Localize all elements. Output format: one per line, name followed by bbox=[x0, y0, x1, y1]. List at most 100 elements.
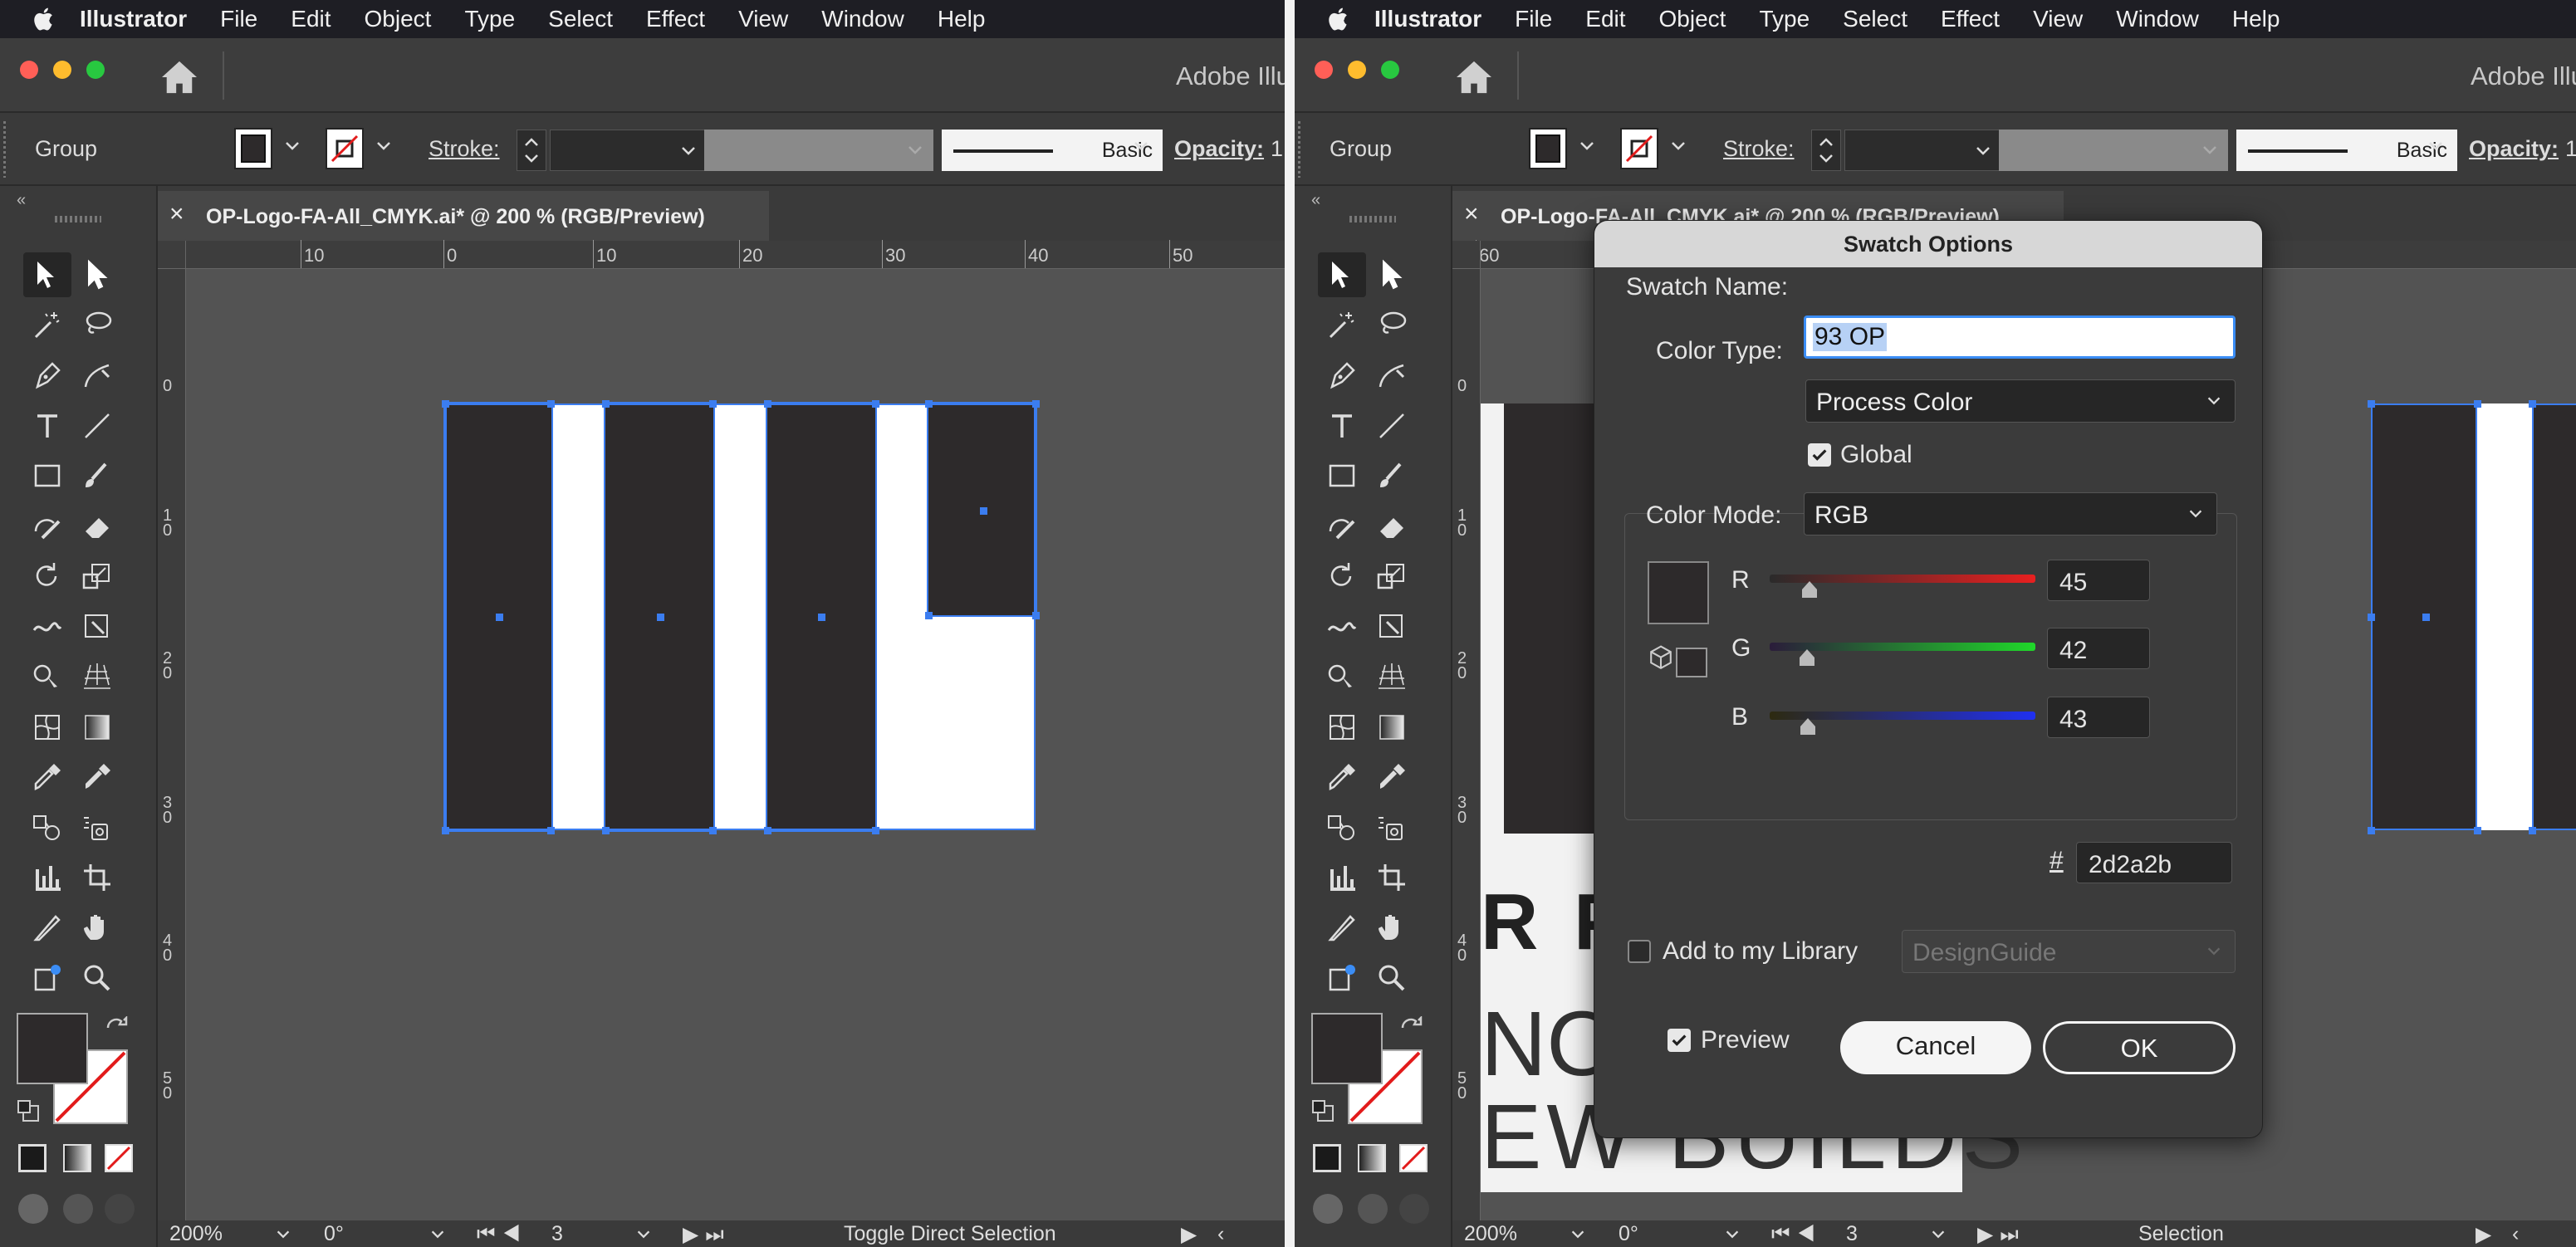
free-transform-tool-button[interactable] bbox=[73, 604, 121, 649]
home-icon[interactable] bbox=[159, 60, 199, 95]
close-tab-icon[interactable]: × bbox=[1464, 200, 1479, 228]
anchor-point[interactable] bbox=[602, 400, 610, 408]
selection-tool-button[interactable] bbox=[23, 252, 71, 297]
stroke-weight-field[interactable] bbox=[550, 130, 708, 171]
hand-tool-button[interactable] bbox=[1368, 906, 1416, 951]
logo-bar-2[interactable] bbox=[2532, 403, 2576, 830]
status-message[interactable]: Toggle Direct Selection bbox=[844, 1222, 1056, 1246]
toolbar-grip[interactable] bbox=[1349, 216, 1396, 223]
g-slider-thumb[interactable] bbox=[1799, 648, 1815, 667]
stroke-swatch[interactable] bbox=[1620, 128, 1658, 169]
color-mode-button[interactable] bbox=[18, 1144, 47, 1172]
magic-wand-tool-button[interactable] bbox=[23, 303, 71, 348]
chevron-down-icon[interactable] bbox=[429, 1225, 447, 1244]
blend-tool-button[interactable] bbox=[1318, 805, 1366, 850]
document-tab[interactable]: × OP-Logo-FA-All_CMYK.ai* @ 200 % (RGB/P… bbox=[158, 191, 769, 241]
anchor-point[interactable] bbox=[764, 827, 771, 834]
collapse-panel-icon[interactable]: « bbox=[17, 191, 26, 210]
type-tool-button[interactable] bbox=[23, 403, 71, 448]
status-back-icon[interactable]: ‹ bbox=[2512, 1222, 2519, 1246]
zoom-level[interactable]: 200% bbox=[169, 1222, 223, 1246]
anchor-point[interactable] bbox=[709, 400, 717, 408]
anchor-point[interactable] bbox=[1032, 612, 1040, 619]
zoom-window-button[interactable] bbox=[86, 61, 105, 79]
eyedropper-tool-button[interactable] bbox=[23, 755, 71, 800]
artboard-nav-prev[interactable]: ⏮◀ bbox=[1771, 1222, 1822, 1246]
anchor-point[interactable] bbox=[2368, 827, 2375, 834]
shaper-tool-button[interactable] bbox=[1318, 504, 1366, 549]
direct-selection-tool-button[interactable] bbox=[73, 252, 121, 297]
measure-eyedropper-button[interactable] bbox=[1368, 755, 1416, 800]
perspective-grid-tool-button[interactable] bbox=[73, 654, 121, 699]
menu-help[interactable]: Help bbox=[938, 6, 986, 32]
variable-width-profile[interactable] bbox=[704, 130, 933, 171]
magic-wand-tool-button[interactable] bbox=[1318, 303, 1366, 348]
lasso-tool-button[interactable] bbox=[1368, 303, 1416, 348]
anchor-point[interactable] bbox=[872, 400, 879, 408]
close-tab-icon[interactable]: × bbox=[169, 200, 184, 228]
status-arrow-icon[interactable]: ▶ bbox=[1181, 1222, 1197, 1247]
opacity-label[interactable]: Opacity: bbox=[1174, 136, 1264, 162]
menu-select[interactable]: Select bbox=[1843, 6, 1908, 32]
gradient-tool-button[interactable] bbox=[1368, 705, 1416, 750]
draw-normal-icon[interactable] bbox=[1313, 1194, 1343, 1224]
preview-checkbox[interactable] bbox=[1668, 1029, 1691, 1052]
chevron-down-icon[interactable] bbox=[274, 1225, 292, 1244]
menu-effect[interactable]: Effect bbox=[646, 6, 705, 32]
rotate-tool-button[interactable] bbox=[23, 554, 71, 599]
control-bar-grip[interactable] bbox=[1298, 121, 1300, 178]
chevron-down-icon[interactable] bbox=[1131, 136, 1151, 156]
menu-edit[interactable]: Edit bbox=[291, 6, 331, 32]
anchor-point[interactable] bbox=[442, 827, 449, 834]
chevron-down-icon[interactable] bbox=[634, 1225, 653, 1244]
r-slider-thumb[interactable] bbox=[1801, 580, 1818, 599]
menu-app-name[interactable]: Illustrator bbox=[1374, 6, 1481, 32]
paintbrush-tool-button[interactable] bbox=[1368, 453, 1416, 498]
chevron-down-icon[interactable] bbox=[1668, 136, 1688, 156]
direct-selection-tool-button[interactable] bbox=[1368, 252, 1416, 297]
scale-tool-button[interactable] bbox=[73, 554, 121, 599]
artboard-nav-next[interactable]: ▶⏭ bbox=[1977, 1222, 2025, 1247]
lasso-tool-button[interactable] bbox=[73, 303, 121, 348]
draw-behind-icon[interactable] bbox=[63, 1194, 93, 1224]
eraser-tool-button[interactable] bbox=[1368, 504, 1416, 549]
menu-type[interactable]: Type bbox=[1759, 6, 1810, 32]
anchor-point[interactable] bbox=[547, 827, 555, 834]
width-tool-button[interactable] bbox=[1318, 604, 1366, 649]
chevron-down-icon[interactable] bbox=[374, 136, 394, 156]
draw-behind-icon[interactable] bbox=[1358, 1194, 1388, 1224]
status-back-icon[interactable]: ‹ bbox=[1217, 1222, 1224, 1246]
minimize-window-button[interactable] bbox=[1348, 61, 1366, 79]
slice-tool-button[interactable] bbox=[1318, 906, 1366, 951]
anchor-point[interactable] bbox=[2368, 400, 2375, 408]
column-graph-tool-button[interactable] bbox=[23, 855, 71, 900]
hex-field[interactable]: 2d2a2b bbox=[2076, 842, 2232, 883]
library-select[interactable]: DesignGuide bbox=[1902, 930, 2236, 973]
swap-fill-stroke-icon[interactable] bbox=[1398, 1016, 1423, 1041]
control-bar-grip[interactable] bbox=[3, 121, 6, 178]
artboard-nav-prev[interactable]: ⏮◀ bbox=[477, 1222, 527, 1246]
free-transform-tool-button[interactable] bbox=[1368, 604, 1416, 649]
slice-tool-button[interactable] bbox=[23, 906, 71, 951]
eyedropper-tool-button[interactable] bbox=[1318, 755, 1366, 800]
print-tiling-tool-button[interactable] bbox=[1318, 956, 1366, 1000]
gradient-mode-button[interactable] bbox=[1358, 1144, 1386, 1172]
type-tool-button[interactable] bbox=[1318, 403, 1366, 448]
swatch-name-field[interactable]: 93 OP bbox=[1804, 315, 2236, 359]
home-icon[interactable] bbox=[1454, 60, 1494, 95]
brush-definition[interactable]: Basic bbox=[2236, 130, 2457, 171]
apple-icon[interactable] bbox=[32, 6, 58, 32]
b-slider-thumb[interactable] bbox=[1800, 717, 1816, 736]
zoom-window-button[interactable] bbox=[1381, 61, 1399, 79]
chevron-down-icon[interactable] bbox=[1723, 1225, 1741, 1244]
none-mode-button[interactable] bbox=[1399, 1144, 1428, 1172]
zoom-tool-button[interactable] bbox=[73, 956, 121, 1000]
b-value-field[interactable]: 43 bbox=[2047, 697, 2150, 738]
anchor-point[interactable] bbox=[2529, 827, 2536, 834]
zoom-tool-button[interactable] bbox=[1368, 956, 1416, 1000]
curvature-tool-button[interactable] bbox=[1368, 353, 1416, 398]
opacity-label[interactable]: Opacity: bbox=[2469, 136, 2559, 162]
status-message[interactable]: Selection bbox=[2138, 1222, 2224, 1246]
anchor-point[interactable] bbox=[2368, 614, 2375, 621]
artboard-number[interactable]: 3 bbox=[551, 1222, 563, 1246]
